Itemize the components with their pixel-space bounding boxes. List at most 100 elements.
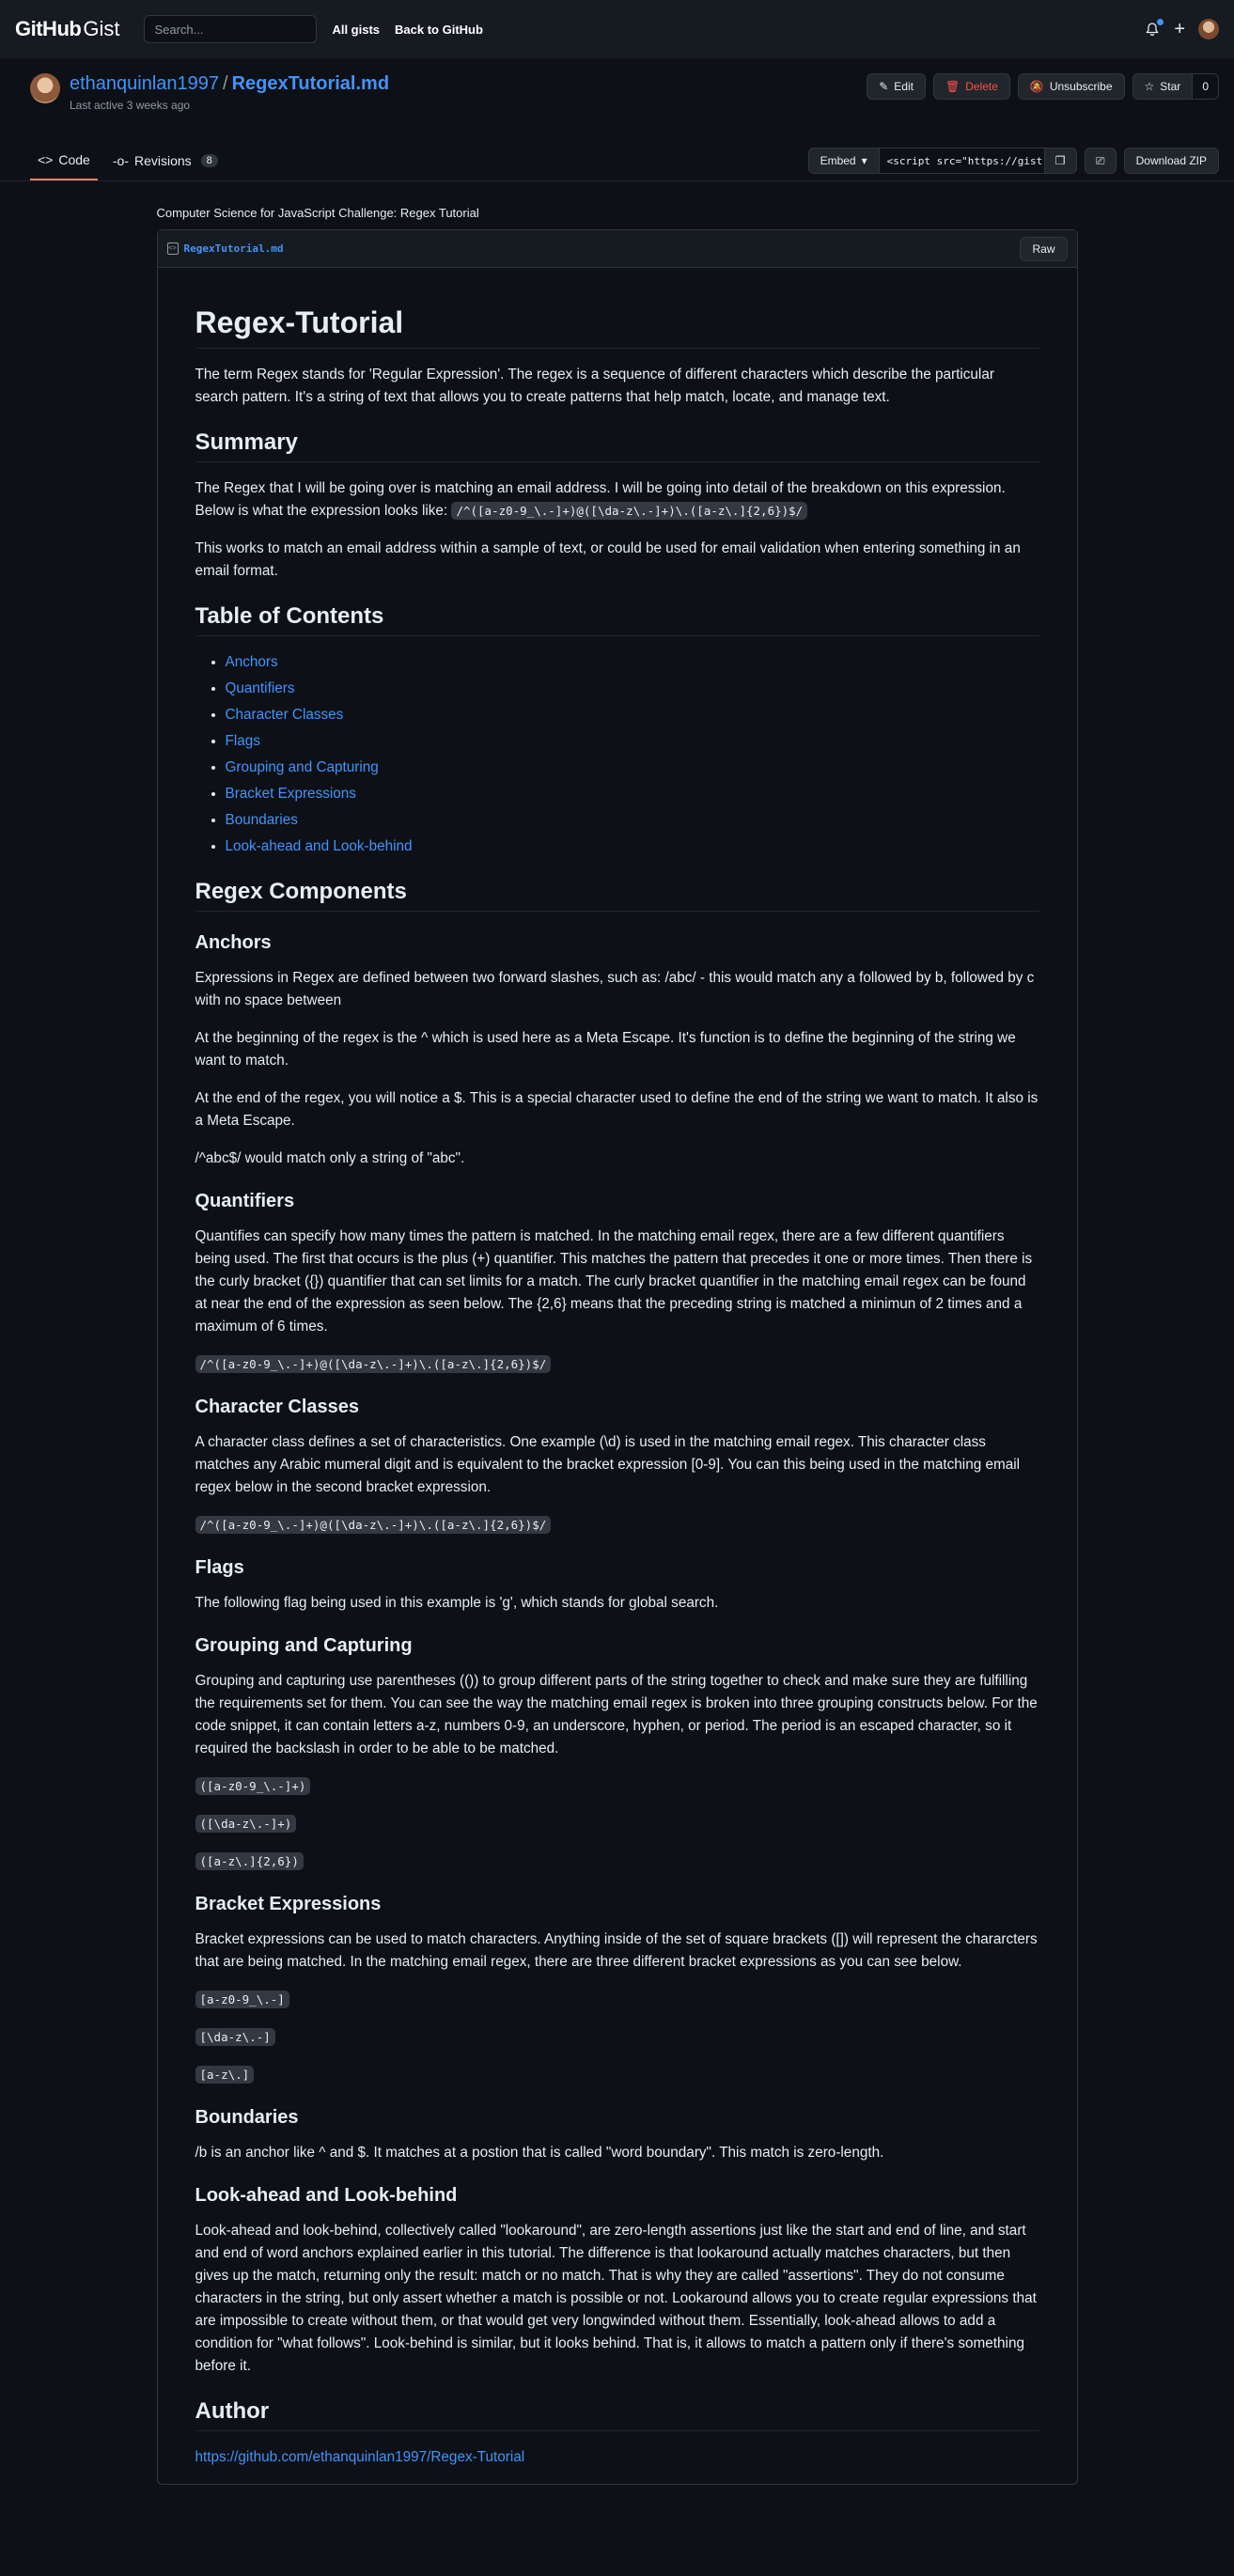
summary-regex-code: /^([a-z0-9_\.-]+)@([\da-z\.-]+)\.([a-z\.… [451, 502, 808, 520]
character-classes-code: /^([a-z0-9_\.-]+)@([\da-z\.-]+)\.([a-z\.… [195, 1516, 552, 1534]
file-name-link[interactable]: RegexTutorial.md [184, 242, 284, 255]
download-zip-button[interactable]: Download ZIP [1123, 148, 1219, 174]
grouping-code-block: ([a-z\.]{2,6}) [195, 1850, 1039, 1873]
anchors-paragraph-4: /^abc$/ would match only a string of "ab… [195, 1150, 465, 1166]
bracket-code-3: [a-z\.] [195, 2066, 255, 2084]
copy-icon: ❐ [1054, 154, 1066, 167]
grouping-paragraph: Grouping and capturing use parentheses (… [195, 1673, 1038, 1756]
all-gists-link[interactable]: All gists [332, 23, 380, 37]
caret-down-icon: ▾ [861, 154, 867, 167]
edit-label: Edit [894, 80, 914, 93]
toc-link-flags[interactable]: Flags [226, 733, 260, 749]
tab-code-label: Code [58, 152, 90, 167]
embed-select[interactable]: Embed ▾ [807, 148, 880, 174]
toc-item: Grouping and Capturing [226, 757, 1039, 779]
main-container: Computer Science for JavaScript Challeng… [156, 181, 1078, 2485]
toc-list: Anchors Quantifiers Character Classes Fl… [195, 651, 1039, 858]
notification-dot [1157, 19, 1164, 25]
toc-heading: Table of Contents [195, 603, 1039, 636]
copy-button[interactable]: ❐ [1044, 148, 1077, 174]
boundaries-heading: Boundaries [195, 2107, 299, 2128]
logo-gist: Gist [83, 17, 120, 40]
markdown-body: Regex-Tutorial The term Regex stands for… [158, 268, 1077, 2469]
lookaround-heading: Look-ahead and Look-behind [195, 2185, 458, 2206]
bell-slash-icon: 🔕 [1029, 80, 1044, 93]
bracket-heading: Bracket Expressions [195, 1894, 382, 1914]
toc-item: Flags [226, 730, 1039, 753]
search-input[interactable]: Search... [144, 15, 318, 43]
intro-paragraph: The term Regex stands for 'Regular Expre… [195, 367, 994, 405]
logo-github: GitHub [15, 17, 82, 40]
pencil-icon: ✎ [879, 80, 889, 93]
commit-icon: -o- [112, 153, 129, 168]
boundaries-paragraph: /b is an anchor like ^ and $. It matches… [195, 2145, 884, 2161]
toc-item: Bracket Expressions [226, 783, 1039, 805]
tab-code[interactable]: <> Code [30, 141, 98, 180]
file-header: <> RegexTutorial.md Raw [157, 230, 1077, 268]
top-navbar: GitHub Gist Search... All gists Back to … [0, 0, 1234, 58]
last-active: Last active 3 weeks ago [70, 99, 191, 112]
unsubscribe-button[interactable]: 🔕 Unsubscribe [1017, 73, 1125, 100]
trash-icon: 🗑 [945, 80, 961, 93]
toc-link-quantifiers[interactable]: Quantifiers [226, 680, 295, 696]
grouping-code-block: ([a-z0-9_\.-]+) [195, 1775, 1039, 1798]
toc-item: Anchors [226, 651, 1039, 674]
toc-link-anchors[interactable]: Anchors [226, 654, 278, 670]
file-code-icon: <> [166, 242, 179, 255]
gist-header: ethanquinlan1997/RegexTutorial.md Last a… [0, 58, 1234, 181]
summary-paragraph-1: The Regex that I will be going over is m… [195, 477, 1039, 523]
toc-item: Quantifiers [226, 678, 1039, 700]
toc-link-lookaround[interactable]: Look-ahead and Look-behind [226, 838, 413, 854]
summary-heading: Summary [195, 429, 1039, 462]
toc-link-character-classes[interactable]: Character Classes [226, 707, 344, 723]
star-icon: ☆ [1144, 80, 1155, 93]
anchors-heading: Anchors [195, 932, 272, 953]
create-new-icon[interactable]: + [1174, 19, 1185, 40]
raw-button[interactable]: Raw [1020, 236, 1068, 261]
toc-item: Boundaries [226, 809, 1039, 832]
star-count[interactable]: 0 [1193, 73, 1219, 100]
flags-paragraph: The following flag being used in this ex… [195, 1595, 719, 1611]
gist-description: Computer Science for JavaScript Challeng… [156, 206, 479, 220]
notifications-bell-icon[interactable] [1144, 19, 1164, 38]
grouping-code-1: ([a-z0-9_\.-]+) [195, 1777, 311, 1795]
toc-link-bracket[interactable]: Bracket Expressions [226, 786, 356, 802]
anchors-paragraph-2: At the beginning of the regex is the ^ w… [195, 1030, 1016, 1069]
delete-label: Delete [965, 80, 998, 93]
bracket-paragraph: Bracket expressions can be used to match… [195, 1931, 1038, 1970]
author-paragraph: https://github.com/ethanquinlan1997/Rege… [195, 2446, 1039, 2469]
bracket-code-block: [a-z\.] [195, 2064, 1039, 2086]
anchors-paragraph-1: Expressions in Regex are defined between… [195, 970, 1035, 1008]
toc-link-grouping[interactable]: Grouping and Capturing [226, 759, 379, 775]
delete-button[interactable]: 🗑 Delete [932, 73, 1010, 100]
desktop-download-icon: ⎚ [1095, 153, 1105, 167]
gist-title-block: ethanquinlan1997/RegexTutorial.md Last a… [70, 73, 389, 112]
bracket-code-2: [\da-z\.-] [195, 2028, 275, 2046]
lookaround-paragraph: Look-ahead and look-behind, collectively… [195, 2223, 1037, 2374]
grouping-heading: Grouping and Capturing [195, 1635, 413, 1656]
owner-avatar[interactable] [30, 73, 60, 103]
summary-paragraph-2: This works to match an email address wit… [195, 540, 1021, 579]
unsubscribe-label: Unsubscribe [1049, 80, 1113, 93]
bracket-code-block: [\da-z\.-] [195, 2026, 1039, 2049]
character-classes-code-block: /^([a-z0-9_\.-]+)@([\da-z\.-]+)\.([a-z\.… [195, 1514, 1039, 1537]
star-button[interactable]: ☆ Star [1132, 73, 1194, 100]
back-to-github-link[interactable]: Back to GitHub [395, 23, 483, 37]
github-gist-logo[interactable]: GitHub Gist [15, 17, 119, 41]
owner-link[interactable]: ethanquinlan1997 [70, 73, 219, 94]
toc-link-boundaries[interactable]: Boundaries [226, 812, 298, 828]
author-heading: Author [195, 2398, 1039, 2431]
grouping-code-block: ([\da-z\.-]+) [195, 1813, 1039, 1835]
title-separator: / [223, 73, 228, 94]
file-box: <> RegexTutorial.md Raw Regex-Tutorial T… [156, 229, 1078, 2485]
embed-code-input[interactable]: <script src="https://gist [879, 148, 1045, 174]
open-desktop-button[interactable]: ⎚ [1084, 148, 1117, 174]
edit-button[interactable]: ✎ Edit [867, 73, 926, 100]
bracket-code-block: [a-z0-9_\.-] [195, 1989, 1039, 2011]
user-avatar[interactable] [1198, 19, 1219, 39]
star-group: ☆ Star 0 [1132, 73, 1219, 100]
gist-name-link[interactable]: RegexTutorial.md [232, 73, 389, 94]
tab-revisions[interactable]: -o- Revisions 8 [105, 141, 226, 180]
author-repo-link[interactable]: https://github.com/ethanquinlan1997/Rege… [195, 2449, 525, 2465]
quantifiers-paragraph: Quantifies can specify how many times th… [195, 1228, 1033, 1335]
